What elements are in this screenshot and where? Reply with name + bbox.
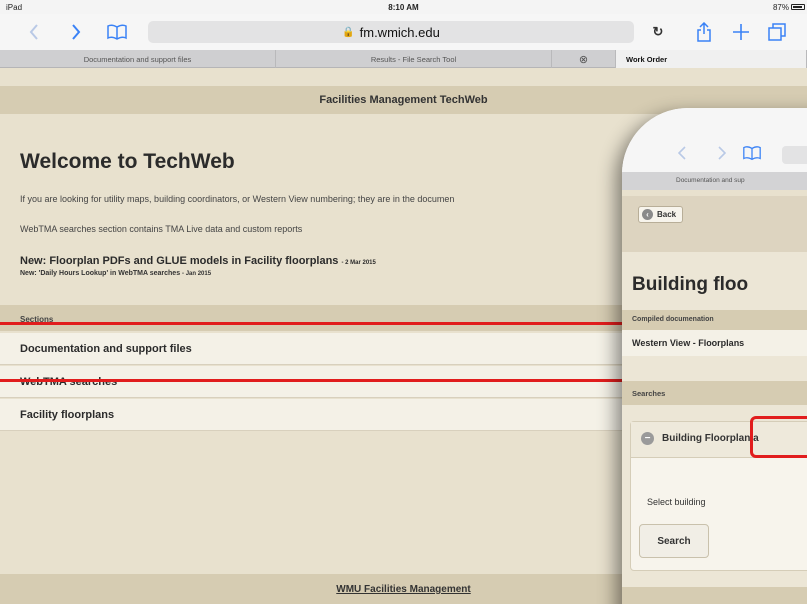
annotation-line xyxy=(0,379,660,382)
address-bar[interactable]: 🔒 fm.wmich.edu xyxy=(148,21,634,43)
annotation-line xyxy=(0,322,660,325)
forward-arrow-icon[interactable] xyxy=(68,20,84,44)
page-title: Welcome to TechWeb xyxy=(20,150,235,173)
select-building-label: Select building xyxy=(647,497,706,507)
search-button[interactable]: Search xyxy=(639,524,709,558)
tab-file-search[interactable]: Results - File Search Tool xyxy=(276,50,552,68)
footer-link[interactable]: WMU Facilities Management xyxy=(336,584,470,604)
phone-page-title: Building floo xyxy=(632,274,749,295)
phone-content: Building floo Compiled documenation West… xyxy=(622,0,807,604)
close-tab-icon[interactable]: ⊗ xyxy=(552,50,616,68)
news-item: New: 'Daily Hours Lookup' in WebTMA sear… xyxy=(20,270,212,277)
annotation-highlight-box xyxy=(750,416,807,458)
bookmarks-icon[interactable] xyxy=(104,20,130,44)
lock-icon: 🔒 xyxy=(342,26,355,38)
back-arrow-icon[interactable] xyxy=(26,20,42,44)
tab-documentation[interactable]: Documentation and support files xyxy=(0,50,276,68)
phone-footer xyxy=(622,587,807,604)
webtma-note: WebTMA searches section contains TMA Liv… xyxy=(20,224,303,234)
intro-text: If you are looking for utility maps, bui… xyxy=(20,194,455,204)
compiled-documentation-header: Compiled documenation xyxy=(622,310,807,330)
collapse-minus-icon[interactable]: − xyxy=(641,432,654,445)
url-text: fm.wmich.edu xyxy=(359,24,440,40)
western-view-floorplans-row[interactable]: Western View - Floorplans xyxy=(622,330,807,356)
news-item: New: Floorplan PDFs and GLUE models in F… xyxy=(20,255,376,267)
searches-header: Searches xyxy=(622,381,807,405)
